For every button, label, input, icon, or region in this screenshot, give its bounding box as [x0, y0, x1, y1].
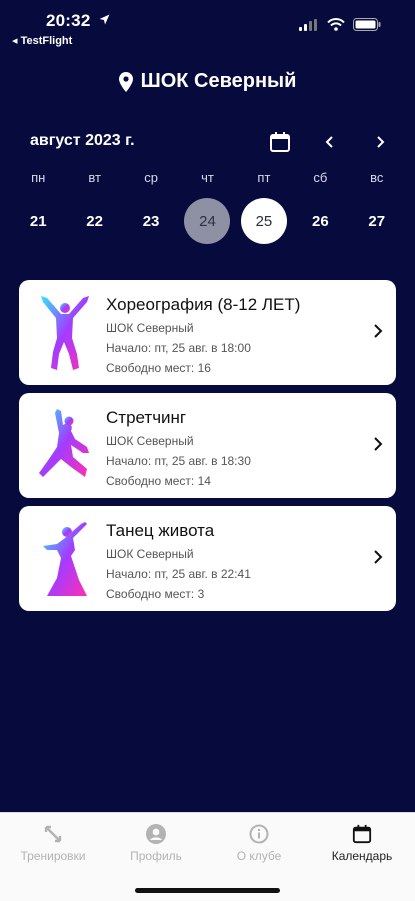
home-indicator — [135, 888, 280, 893]
tab-about-club[interactable]: О клубе — [209, 823, 309, 863]
tab-label: Календарь — [331, 849, 393, 863]
tab-profile[interactable]: Профиль — [106, 823, 206, 863]
day-cell-today[interactable]: 24 — [184, 198, 231, 244]
dancer-jump-icon — [41, 296, 89, 370]
chevron-right-icon — [374, 550, 383, 564]
weekday-label: сб — [313, 170, 328, 185]
class-location: ШОК Северный — [106, 434, 194, 448]
class-location: ШОК Северный — [106, 321, 194, 335]
calendar-icon — [352, 824, 372, 844]
class-free-spots: Свободно мест: 16 — [106, 361, 211, 375]
prev-week-button[interactable] — [318, 130, 342, 154]
dancer-stretch-icon — [39, 409, 89, 477]
chevron-left-icon — [325, 136, 333, 148]
chevron-right-icon — [377, 136, 385, 148]
weekday-header: пн вт ср чт пт сб вс — [10, 170, 405, 185]
info-icon — [249, 824, 269, 844]
weekday-label: пт — [257, 170, 271, 185]
back-to-testflight-link[interactable]: ◂ TestFlight — [12, 34, 72, 47]
day-cell[interactable]: 26 — [297, 198, 343, 244]
tab-label: О клубе — [236, 849, 282, 863]
class-start-time: Начало: пт, 25 авг. в 22:41 — [106, 567, 251, 581]
calendar-controls: август 2023 г. — [0, 128, 415, 156]
class-start-time: Начало: пт, 25 авг. в 18:30 — [106, 454, 251, 468]
workouts-icon — [44, 825, 62, 843]
class-start-time: Начало: пт, 25 авг. в 18:00 — [106, 341, 251, 355]
class-card[interactable]: Хореография (8-12 ЛЕТ) ШОК Северный Нача… — [19, 280, 396, 385]
weekday-label: ср — [144, 170, 158, 185]
chevron-right-icon — [374, 437, 383, 451]
month-label: август 2023 г. — [30, 132, 135, 149]
location-pin-icon — [118, 71, 133, 92]
chevron-right-icon — [374, 324, 383, 338]
weekday-label: вс — [370, 170, 384, 185]
day-cell[interactable]: 23 — [128, 198, 174, 244]
day-cell[interactable]: 21 — [15, 198, 61, 244]
day-cell-selected[interactable]: 25 — [240, 198, 287, 244]
belly-dancer-icon — [43, 522, 87, 596]
page-header: ШОК Северный — [0, 70, 415, 97]
class-location: ШОК Северный — [106, 547, 194, 561]
location-arrow-icon — [99, 14, 110, 25]
status-icons — [299, 18, 381, 31]
class-card[interactable]: Стретчинг ШОК Северный Начало: пт, 25 ав… — [19, 393, 396, 498]
class-list: Хореография (8-12 ЛЕТ) ШОК Северный Нача… — [19, 280, 396, 619]
next-week-button[interactable] — [368, 130, 392, 154]
battery-icon — [353, 18, 381, 31]
weekday-label: пн — [31, 170, 46, 185]
calendar-icon — [270, 132, 290, 152]
tab-label: Тренировки — [20, 849, 86, 863]
tab-workouts[interactable]: Тренировки — [3, 823, 103, 863]
weekday-label: чт — [201, 170, 214, 185]
day-cell[interactable]: 27 — [354, 198, 400, 244]
class-name: Стретчинг — [106, 408, 187, 427]
day-cell[interactable]: 22 — [72, 198, 118, 244]
class-free-spots: Свободно мест: 14 — [106, 474, 211, 488]
calendar-picker-button[interactable] — [268, 130, 292, 154]
status-bar: 20:32 ◂ TestFlight — [0, 0, 415, 50]
tab-label: Профиль — [130, 849, 182, 863]
class-free-spots: Свободно мест: 3 — [106, 587, 205, 601]
weekday-label: вт — [88, 170, 101, 185]
profile-icon — [146, 824, 166, 844]
tab-calendar[interactable]: Календарь — [312, 823, 412, 863]
class-card[interactable]: Танец живота ШОК Северный Начало: пт, 25… — [19, 506, 396, 611]
status-time: 20:32 — [46, 11, 91, 30]
cellular-signal-icon — [299, 18, 317, 31]
page-title: ШОК Северный — [140, 70, 297, 92]
wifi-icon — [327, 18, 345, 31]
week-days: 21 22 23 24 25 26 27 — [10, 198, 405, 244]
class-name: Хореография (8-12 ЛЕТ) — [106, 295, 301, 314]
class-name: Танец живота — [106, 521, 215, 540]
tab-bar: Тренировки Профиль О клубе Календарь — [0, 812, 415, 901]
